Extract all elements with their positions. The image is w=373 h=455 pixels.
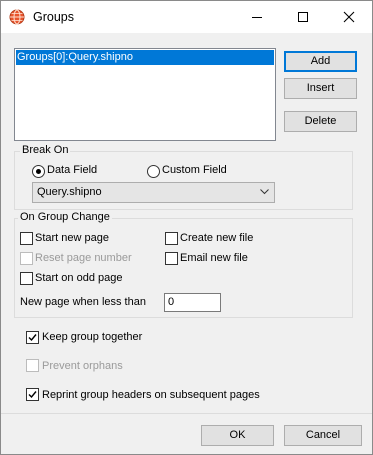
cancel-button[interactable]: Cancel xyxy=(284,425,362,446)
prevent-orphans-label: Prevent orphans xyxy=(42,360,123,372)
custom-field-radio[interactable] xyxy=(147,165,160,178)
field-select[interactable]: Query.shipno xyxy=(32,182,275,203)
groups-dialog: Groups Groups[0]:Query.shipno Add Insert… xyxy=(0,0,373,455)
footer-divider xyxy=(1,413,372,414)
create-new-file-label[interactable]: Create new file xyxy=(180,232,253,244)
globe-icon xyxy=(9,9,25,25)
start-on-odd-page-checkbox[interactable] xyxy=(20,272,33,285)
break-on-legend: Break On xyxy=(20,144,71,156)
minimize-button[interactable] xyxy=(234,1,280,33)
start-new-page-checkbox[interactable] xyxy=(20,232,33,245)
checkmark-icon xyxy=(28,391,37,399)
insert-button[interactable]: Insert xyxy=(284,78,357,99)
delete-button[interactable]: Delete xyxy=(284,111,357,132)
checkmark-icon xyxy=(28,334,37,342)
email-new-file-label[interactable]: Email new file xyxy=(180,252,248,264)
minimize-icon xyxy=(252,17,262,18)
maximize-icon xyxy=(298,12,308,22)
list-item[interactable]: Groups[0]:Query.shipno xyxy=(16,50,274,65)
keep-group-together-checkbox[interactable] xyxy=(26,331,39,344)
start-new-page-label[interactable]: Start new page xyxy=(35,232,109,244)
groups-listbox[interactable]: Groups[0]:Query.shipno xyxy=(14,48,276,141)
add-button[interactable]: Add xyxy=(284,51,357,72)
start-on-odd-page-label[interactable]: Start on odd page xyxy=(35,272,122,284)
title-bar: Groups xyxy=(1,1,372,33)
maximize-button[interactable] xyxy=(280,1,326,33)
reset-page-number-label: Reset page number xyxy=(35,252,132,264)
radio-selected-dot xyxy=(36,169,41,174)
on-group-change-legend: On Group Change xyxy=(18,211,112,223)
close-icon xyxy=(343,11,355,23)
new-page-when-less-than-label: New page when less than xyxy=(20,296,146,308)
window-title: Groups xyxy=(33,10,74,24)
chevron-down-icon xyxy=(260,189,269,195)
field-select-value: Query.shipno xyxy=(37,186,102,198)
email-new-file-checkbox[interactable] xyxy=(165,252,178,265)
keep-group-together-label[interactable]: Keep group together xyxy=(42,331,142,343)
close-button[interactable] xyxy=(326,1,372,33)
create-new-file-checkbox[interactable] xyxy=(165,232,178,245)
custom-field-label[interactable]: Custom Field xyxy=(162,164,227,176)
new-page-when-less-than-input[interactable]: 0 xyxy=(164,293,221,312)
ok-button[interactable]: OK xyxy=(201,425,274,446)
reprint-headers-label[interactable]: Reprint group headers on subsequent page… xyxy=(42,389,260,401)
reprint-headers-checkbox[interactable] xyxy=(26,388,39,401)
data-field-radio[interactable] xyxy=(32,165,45,178)
reset-page-number-checkbox xyxy=(20,252,33,265)
data-field-label[interactable]: Data Field xyxy=(47,164,97,176)
prevent-orphans-checkbox xyxy=(26,359,39,372)
